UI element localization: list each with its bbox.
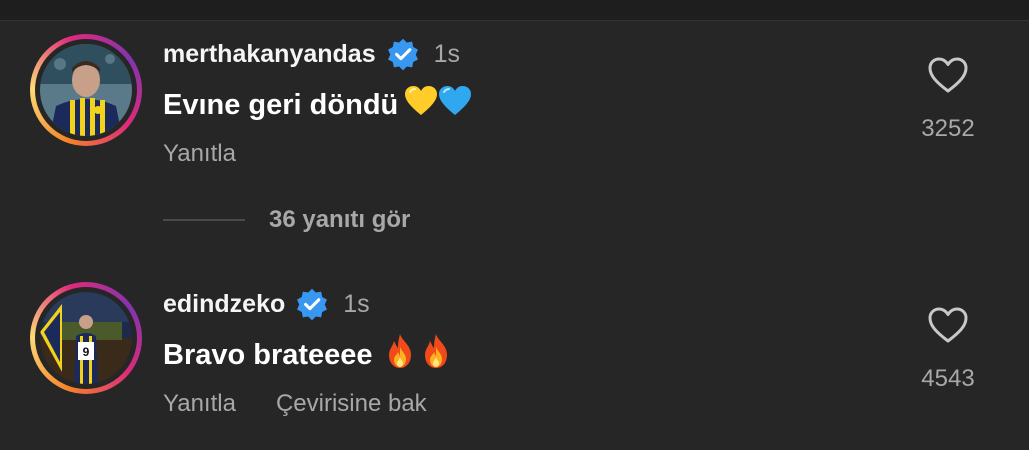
comments-screen: merthakanyandas 1s Evıne geri döndü Yanı… [0, 0, 1029, 450]
comment-body: Bravo brateeee [163, 333, 451, 377]
heart-icon[interactable] [912, 56, 984, 99]
verified-badge-icon [386, 37, 420, 71]
svg-text:9: 9 [83, 345, 90, 359]
avatar[interactable]: 9 [40, 292, 132, 384]
avatar-story-ring[interactable] [30, 34, 142, 146]
comment-time: 1s [433, 39, 461, 68]
verified-badge-icon [295, 287, 329, 321]
comment-body: Evıne geri döndü [163, 86, 472, 124]
comment-text: Evıne geri döndü [163, 88, 399, 121]
heart-icon[interactable] [912, 306, 984, 349]
yellow-heart-icon [404, 85, 438, 125]
comment-actions: Yanıtla [163, 140, 236, 168]
username[interactable]: edindzeko [163, 290, 285, 319]
avatar[interactable] [40, 44, 132, 136]
see-translation-button[interactable]: Çevirisine bak [276, 390, 427, 418]
reply-button[interactable]: Yanıtla [163, 140, 236, 168]
like-count: 4543 [921, 365, 975, 392]
fire-icon [421, 333, 451, 377]
avatar-story-ring[interactable]: 9 [30, 282, 142, 394]
like-count: 3252 [921, 115, 975, 142]
comment-actions: Yanıtla Çevirisine bak [163, 390, 427, 418]
view-replies-button[interactable]: 36 yanıtı gör [163, 204, 410, 236]
fire-icon [385, 333, 415, 377]
comment-time: 1s [343, 289, 370, 318]
comment-item: 9 edindzeko 1s Bravo brateeee Yanıtla Çe… [0, 260, 1029, 450]
comment-header: merthakanyandas 1s [163, 37, 461, 71]
reply-button[interactable]: Yanıtla [163, 390, 236, 418]
username[interactable]: merthakanyandas [163, 40, 376, 69]
comment-header: edindzeko 1s [163, 287, 370, 321]
blue-heart-icon [438, 85, 472, 125]
avatar-inner: 9 [35, 287, 137, 389]
like-section: 3252 [912, 56, 984, 143]
like-section: 4543 [912, 306, 984, 393]
comment-text: Bravo brateeee [163, 338, 373, 371]
avatar-inner [35, 39, 137, 141]
comment-item: merthakanyandas 1s Evıne geri döndü Yanı… [0, 0, 1029, 240]
view-replies-label[interactable]: 36 yanıtı gör [269, 206, 410, 234]
replies-divider [163, 219, 245, 221]
